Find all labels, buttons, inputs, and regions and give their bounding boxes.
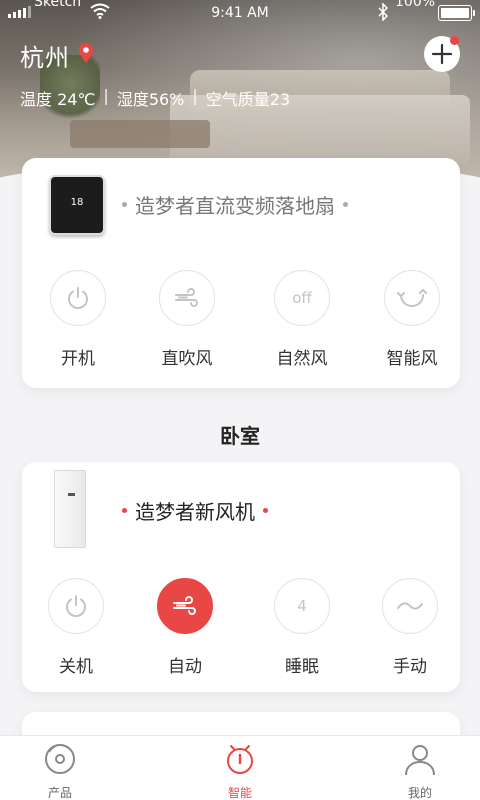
- battery-percentage: 100%: [395, 0, 436, 10]
- control-label: 自然风: [276, 349, 328, 369]
- tab-label: 智能: [227, 786, 252, 800]
- temperature-text: 温度 24℃: [20, 90, 96, 109]
- air-quality-text: 空气质量23: [205, 90, 291, 109]
- thermostat-display: 18: [70, 197, 84, 208]
- cycle-icon[interactable]: [384, 270, 440, 326]
- bluetooth-icon: [378, 3, 388, 21]
- device-card-air-unit[interactable]: 造梦者新风机 关机 自动 4 睡眠 手动: [22, 462, 460, 692]
- control-power-off[interactable]: 关机: [36, 578, 116, 677]
- humidity-text: 湿度56%: [116, 90, 185, 109]
- control-label: 关机: [59, 657, 93, 677]
- status-bar: Sketch 9:41 AM 100%: [0, 0, 480, 28]
- city-name[interactable]: 杭州: [20, 38, 70, 73]
- smart-icon: [227, 745, 253, 774]
- number-icon[interactable]: 4: [274, 578, 330, 634]
- thermostat-image: 18: [49, 175, 105, 235]
- power-icon[interactable]: [48, 578, 104, 634]
- device-name: 造梦者直流变频落地扇: [135, 194, 335, 218]
- tab-smart[interactable]: 智能: [200, 742, 280, 800]
- status-dot: [122, 508, 127, 513]
- control-manual[interactable]: 手动: [370, 578, 450, 677]
- tab-label: 我的: [407, 786, 432, 800]
- divider: |: [103, 86, 109, 105]
- control-natural-wind[interactable]: off 自然风: [262, 270, 342, 369]
- status-dot: [343, 202, 348, 207]
- status-dot: [263, 508, 268, 513]
- status-dot: [122, 202, 127, 207]
- control-power-on[interactable]: 开机: [38, 270, 118, 369]
- control-sleep[interactable]: 4 睡眠: [262, 578, 342, 677]
- control-label: 自动: [168, 657, 202, 677]
- control-label: 智能风: [386, 349, 438, 369]
- weather-summary: 温度 24℃ | 湿度56% | 空气质量23: [20, 86, 290, 110]
- off-text-icon[interactable]: off: [274, 270, 330, 326]
- control-label: 睡眠: [285, 657, 319, 677]
- notification-dot: [450, 36, 459, 45]
- air-unit-image: [54, 470, 86, 548]
- device-card-fan[interactable]: 18 造梦者直流变频落地扇 开机 直吹风 off 自然风 智能风: [22, 158, 460, 388]
- wave-icon[interactable]: [382, 578, 438, 634]
- plus-icon: [431, 43, 453, 65]
- table-decoration: [70, 120, 210, 148]
- tab-label: 产品: [47, 786, 72, 800]
- device-name: 造梦者新风机: [135, 500, 255, 524]
- tab-product[interactable]: 产品: [20, 742, 100, 800]
- location-pin-icon: [79, 43, 93, 63]
- control-smart-wind[interactable]: 智能风: [372, 270, 452, 369]
- product-icon: [45, 744, 75, 774]
- control-label: 手动: [393, 657, 427, 677]
- device-title[interactable]: 造梦者新风机: [122, 496, 268, 525]
- control-row: 开机 直吹风 off 自然风 智能风: [22, 270, 460, 380]
- room-section-title: 卧室: [220, 424, 260, 448]
- wind-icon[interactable]: [157, 578, 213, 634]
- tab-bar: 产品 智能 我的: [0, 735, 480, 800]
- control-row: 关机 自动 4 睡眠 手动: [22, 578, 460, 688]
- power-icon[interactable]: [50, 270, 106, 326]
- profile-icon: [405, 745, 435, 776]
- device-title[interactable]: 造梦者直流变频落地扇: [122, 190, 348, 219]
- control-label: 直吹风: [161, 349, 213, 369]
- control-auto[interactable]: 自动: [145, 578, 225, 677]
- wind-icon[interactable]: [159, 270, 215, 326]
- add-device-button[interactable]: [424, 36, 460, 72]
- divider: |: [192, 86, 198, 105]
- battery-icon: [438, 5, 475, 21]
- tab-profile[interactable]: 我的: [380, 742, 460, 800]
- control-direct-wind[interactable]: 直吹风: [147, 270, 227, 369]
- control-label: 开机: [61, 349, 95, 369]
